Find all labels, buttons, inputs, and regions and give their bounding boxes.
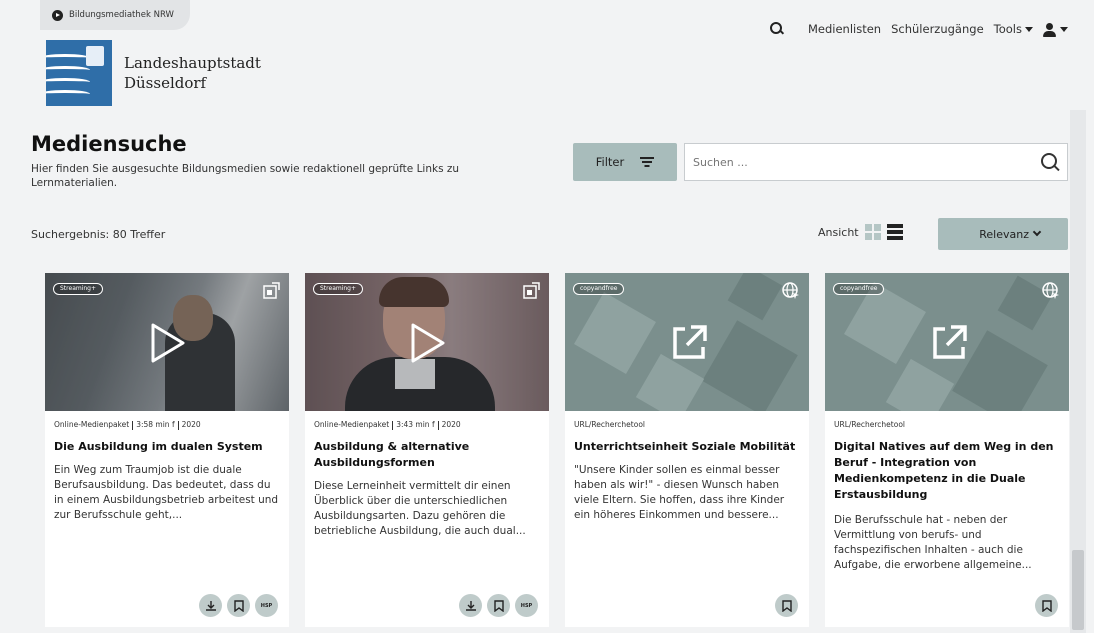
scrollbar-thumb[interactable] xyxy=(1072,550,1084,630)
play-icon[interactable] xyxy=(145,321,189,365)
card-meta: URL/Recherchetool xyxy=(834,420,905,429)
download-button[interactable] xyxy=(459,594,482,617)
filter-icon xyxy=(640,157,655,167)
card-thumbnail[interactable]: Streaming+ xyxy=(45,273,289,411)
sort-dropdown[interactable]: Relevanz xyxy=(938,218,1068,250)
meta-duration: 3:58 min f xyxy=(136,420,175,429)
user-menu[interactable] xyxy=(1043,22,1068,37)
card-description: Ein Weg zum Traumjob ist die duale Beruf… xyxy=(54,464,279,521)
card-tag: copyandfree xyxy=(573,283,625,295)
search-field[interactable] xyxy=(684,143,1068,181)
result-cards: Streaming+ Online-Medienpaket 3:58 min f 2… xyxy=(45,273,1069,627)
grid-view-icon[interactable] xyxy=(864,224,881,240)
page-description: Hier finden Sie ausgesuchte Bildungsmedi… xyxy=(31,163,460,189)
card-meta: URL/Recherchetool xyxy=(574,420,645,429)
caret-down-icon xyxy=(1025,27,1033,33)
portal-badge[interactable]: Bildungsmediathek NRW xyxy=(40,0,190,30)
filter-button-label: Filter xyxy=(595,155,625,169)
meta-type: URL/Recherchetool xyxy=(834,420,905,429)
card-tag: copyandfree xyxy=(833,283,885,295)
card-actions: HSP xyxy=(459,594,538,617)
view-switch: Ansicht xyxy=(818,224,903,240)
play-icon[interactable] xyxy=(405,321,449,365)
card-description: "Unsere Kinder sollen es einmal besser h… xyxy=(574,464,785,521)
card-thumbnail[interactable]: Streaming+ xyxy=(305,273,549,411)
logo-line-2: Düsseldorf xyxy=(124,74,207,92)
card-title[interactable]: Unterrichtseinheit Soziale Mobilität xyxy=(574,439,800,455)
external-link-icon[interactable] xyxy=(927,321,971,365)
bookmark-icon xyxy=(781,599,792,612)
result-count: Suchergebnis: 80 Treffer xyxy=(31,228,166,241)
nav-tools[interactable]: Tools xyxy=(994,22,1033,36)
card-description: Diese Lerneinheit vermittelt dir einen Ü… xyxy=(314,480,526,537)
chevron-down-icon xyxy=(1032,227,1042,237)
card-thumbnail[interactable]: copyandfree xyxy=(825,273,1069,411)
meta-year: 2020 xyxy=(441,420,461,429)
globe-pointer-icon xyxy=(1042,282,1059,299)
card-actions xyxy=(775,594,798,617)
meta-type: URL/Recherchetool xyxy=(574,420,645,429)
globe-pointer-icon xyxy=(782,282,799,299)
view-label: Ansicht xyxy=(818,225,859,239)
play-circle-icon xyxy=(52,9,63,21)
portal-badge-label: Bildungsmediathek NRW xyxy=(69,10,174,20)
download-button[interactable] xyxy=(199,594,222,617)
streaming-device-icon xyxy=(523,282,540,299)
download-icon xyxy=(205,600,216,611)
search-submit-icon[interactable] xyxy=(1041,153,1059,171)
card-description: Die Berufsschule hat - neben der Vermitt… xyxy=(834,514,1032,571)
user-icon xyxy=(1043,22,1057,37)
card-title[interactable]: Die Ausbildung im dualen System xyxy=(54,439,280,455)
logo[interactable]: Landeshauptstadt Düsseldorf xyxy=(46,40,261,106)
caret-down-icon xyxy=(1060,27,1068,32)
bookmark-icon xyxy=(493,599,504,612)
sort-label: Relevanz xyxy=(979,227,1029,241)
streaming-device-icon xyxy=(263,282,280,299)
card-meta: Online-Medienpaket 3:58 min f 2020 xyxy=(54,420,201,430)
search-icon[interactable] xyxy=(769,22,784,36)
result-card[interactable]: copyandfree URL/Recherchetool Digital Na… xyxy=(825,273,1069,627)
card-thumbnail[interactable]: copyandfree xyxy=(565,273,809,411)
filter-button[interactable]: Filter xyxy=(573,143,677,181)
meta-type: Online-Medienpaket xyxy=(314,420,390,429)
list-view-icon[interactable] xyxy=(886,224,903,240)
bookmark-button[interactable] xyxy=(1035,594,1058,617)
bookmark-button[interactable] xyxy=(775,594,798,617)
external-link-icon[interactable] xyxy=(667,321,711,365)
page-title: Mediensuche xyxy=(31,132,187,156)
download-icon xyxy=(465,600,476,611)
card-actions: HSP xyxy=(199,594,278,617)
result-card[interactable]: copyandfree URL/Recherchetool Unterricht… xyxy=(565,273,809,627)
scrollbar[interactable] xyxy=(1070,110,1086,633)
card-title[interactable]: Ausbildung & alternative Ausbildungsform… xyxy=(314,439,540,471)
bookmark-button[interactable] xyxy=(487,594,510,617)
hsp-button[interactable]: HSP xyxy=(515,594,538,617)
nav-tools-label: Tools xyxy=(993,22,1022,37)
card-title[interactable]: Digital Natives auf dem Weg in den Beruf… xyxy=(834,439,1060,503)
card-tag: Streaming+ xyxy=(53,283,104,295)
nav-medienlisten[interactable]: Medienlisten xyxy=(808,22,881,36)
result-card[interactable]: Streaming+ Online-Medienpaket 3:58 min f 2… xyxy=(45,273,289,627)
bookmark-button[interactable] xyxy=(227,594,250,617)
meta-duration: 3:43 min f xyxy=(396,420,435,429)
result-card[interactable]: Streaming+ Online-Medienpaket 3:43 min f 2… xyxy=(305,273,549,627)
nav-schuelerzugaenge[interactable]: Schülerzugänge xyxy=(891,22,984,36)
hsp-button[interactable]: HSP xyxy=(255,594,278,617)
card-actions xyxy=(1035,594,1058,617)
bookmark-icon xyxy=(233,599,244,612)
card-meta: Online-Medienpaket 3:43 min f 2020 xyxy=(314,420,461,430)
meta-year: 2020 xyxy=(181,420,201,429)
top-navigation: Medienlisten Schülerzugänge Tools xyxy=(769,22,1068,37)
logo-line-1: Landeshauptstadt xyxy=(124,54,261,72)
bookmark-icon xyxy=(1041,599,1052,612)
city-logo-icon xyxy=(46,40,112,106)
search-input[interactable] xyxy=(693,155,1041,169)
card-tag: Streaming+ xyxy=(313,283,364,295)
meta-type: Online-Medienpaket xyxy=(54,420,130,429)
